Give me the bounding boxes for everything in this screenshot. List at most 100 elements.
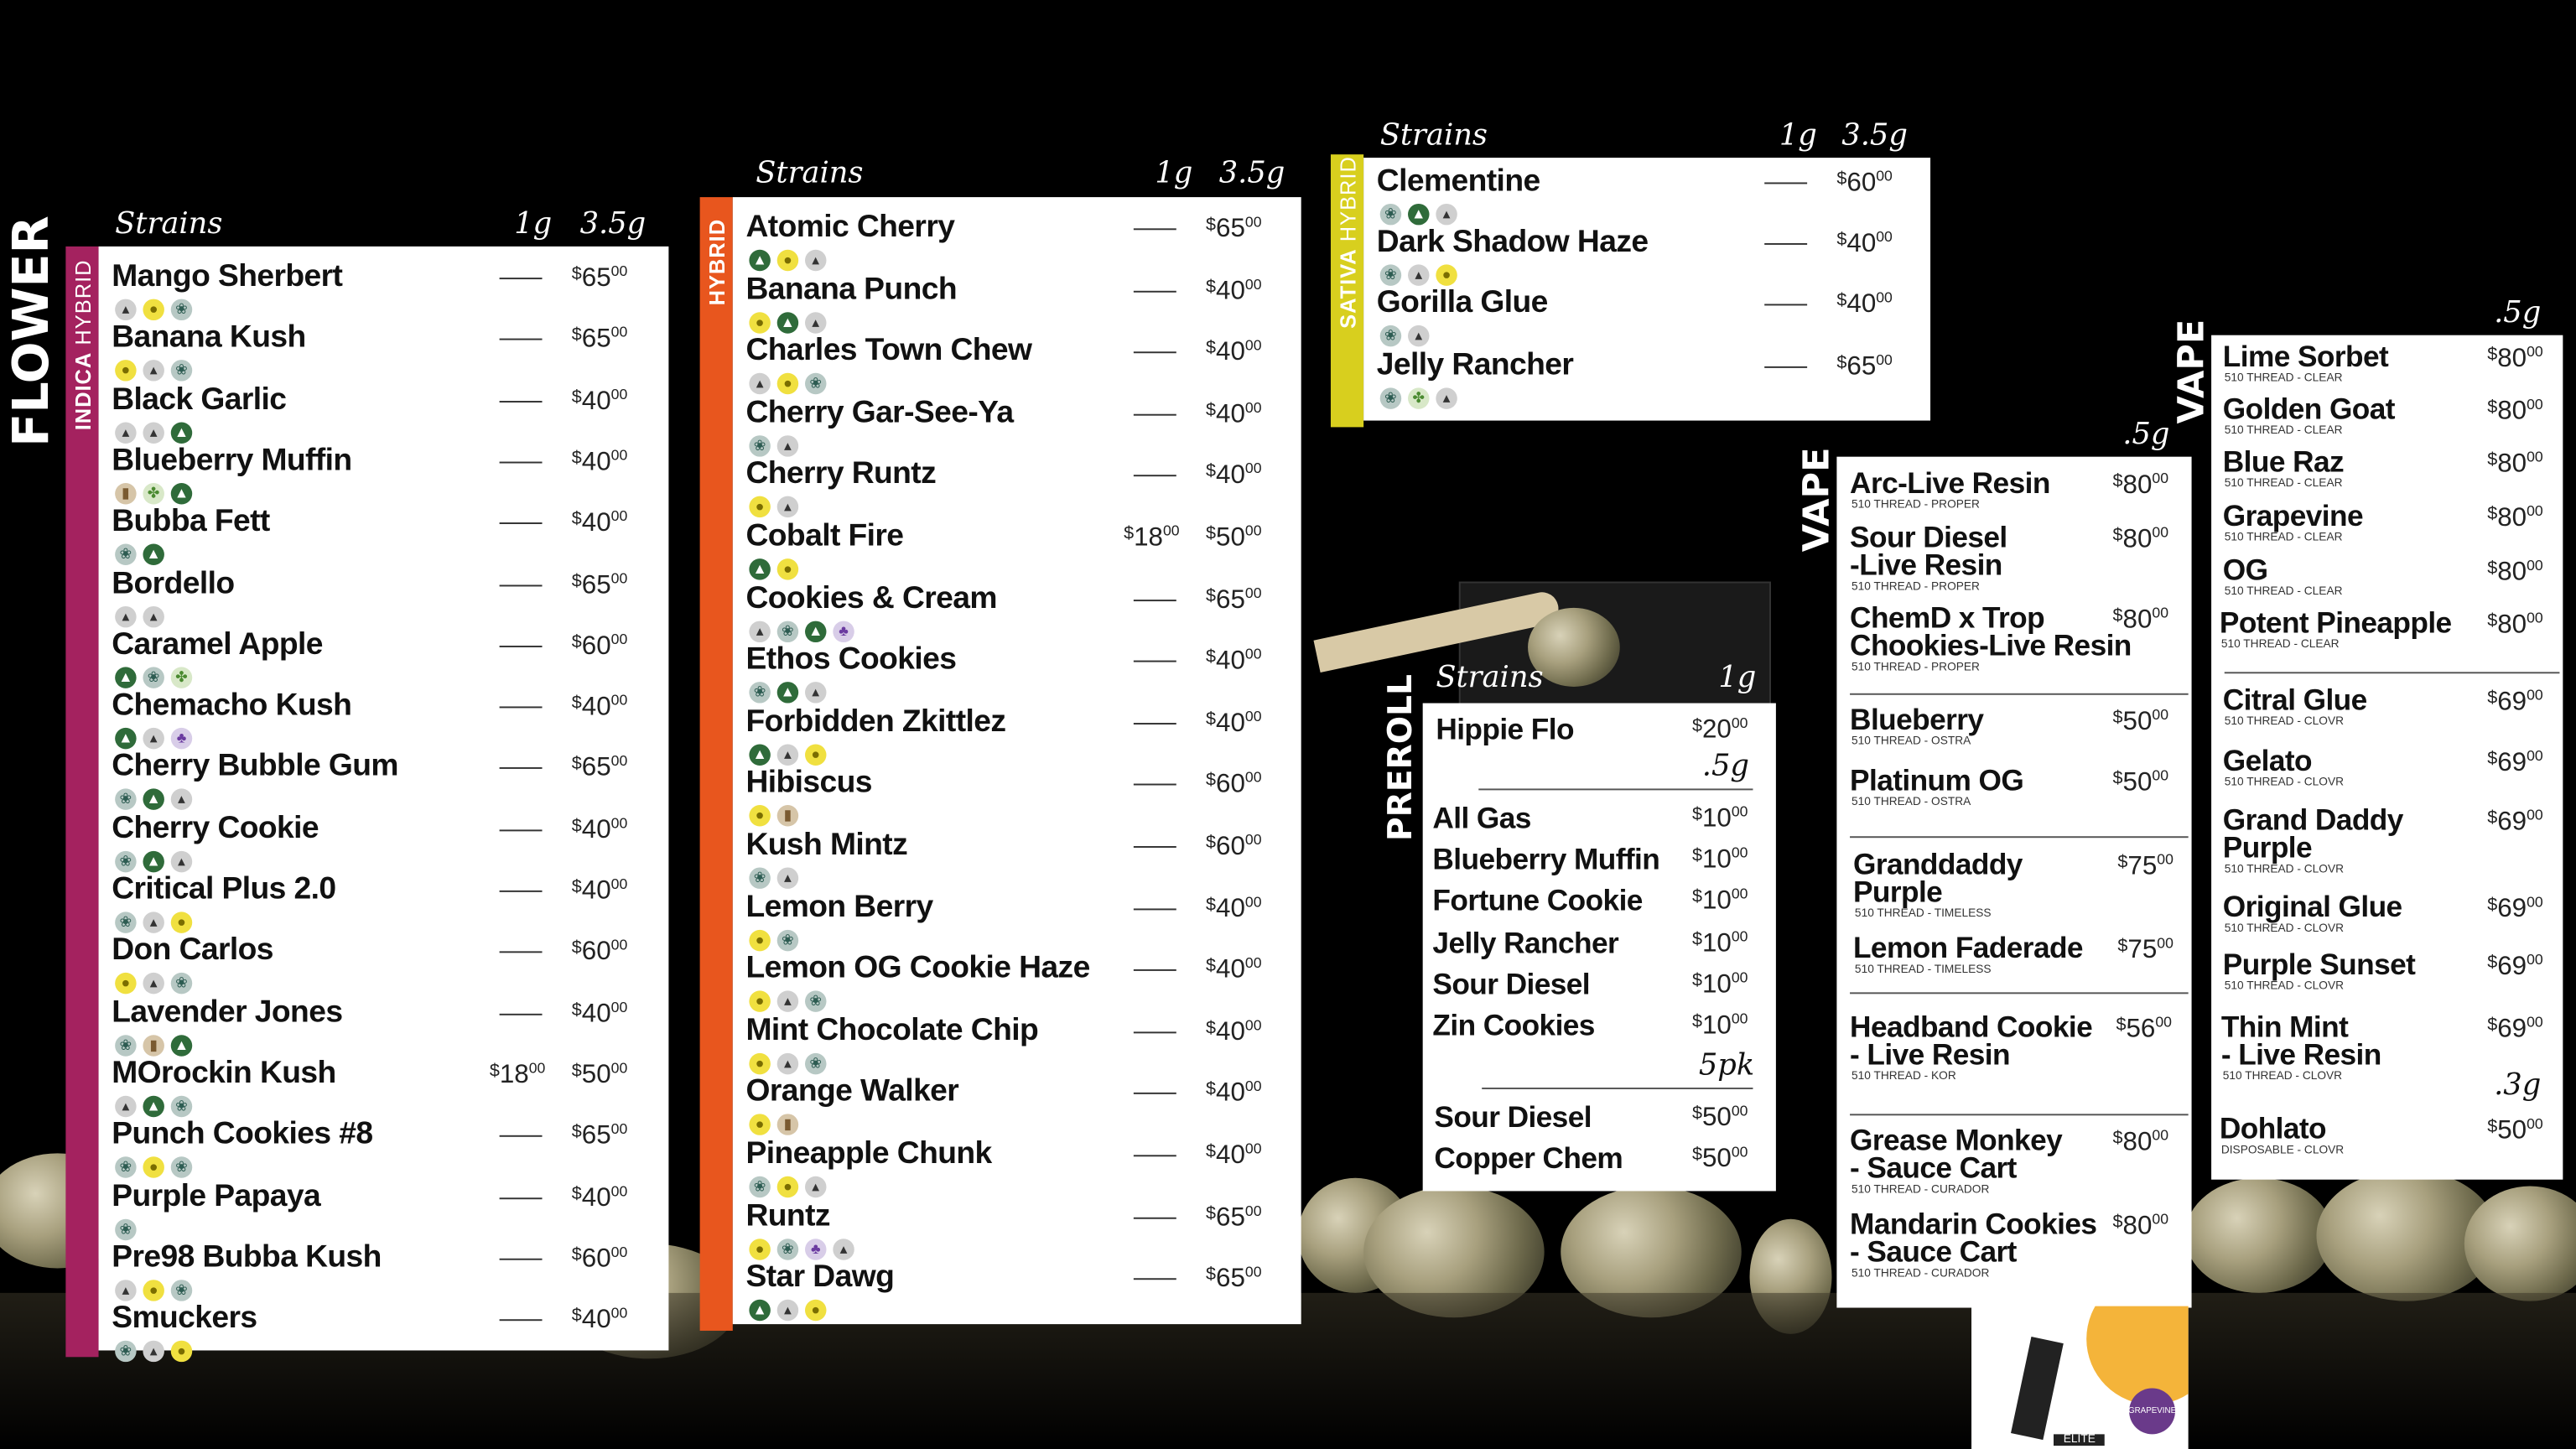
section-divider (1482, 1087, 1753, 1089)
vape-pack-graphic (2086, 1306, 2189, 1405)
no-price-dash (1133, 969, 1176, 972)
price-cents: 00 (1244, 398, 1262, 416)
no-price-dash (499, 1197, 543, 1199)
price-value: 40 (1216, 1079, 1245, 1109)
five-pack-header: 5pk (1698, 1047, 1755, 1083)
teal-effect-icon: ❀ (749, 1176, 771, 1198)
price-cents: 00 (1244, 1263, 1262, 1280)
price-cents: 00 (1162, 522, 1180, 539)
price: $4000 (572, 692, 627, 723)
no-price-dash (1133, 907, 1176, 910)
section-divider (1850, 693, 2189, 695)
price-cents: 00 (610, 1120, 628, 1138)
section-divider (1850, 836, 2189, 839)
gray-effect-icon: ▴ (776, 867, 799, 889)
effect-icons: ● ▮ (749, 1114, 799, 1136)
currency-sign: $ (2487, 1117, 2498, 1137)
teal-effect-icon: ❀ (115, 1156, 137, 1179)
effect-icons: ❀ ● ❀ (115, 1156, 193, 1179)
vape-detail: 510 THREAD - OSTRA (1852, 797, 1971, 808)
effect-icons: ❀ (115, 1218, 137, 1240)
gray-effect-icon: ▴ (776, 744, 799, 766)
strain-name: Smuckers (112, 1301, 257, 1337)
currency-sign: $ (2112, 708, 2123, 728)
strain-name: Critical Plus 2.0 (112, 872, 336, 907)
brown-effect-icon: ▮ (143, 1034, 164, 1056)
price: $8000 (2113, 470, 2168, 501)
strain-name: Cobalt Fire (745, 519, 904, 554)
yellow-effect-icon: ● (749, 1114, 771, 1136)
third-gram-header: .3g (2494, 1067, 2542, 1103)
effect-icons: ❀ ▲ ▴ (1379, 203, 1457, 226)
price-value: 69 (2497, 688, 2527, 717)
price-cents: 00 (610, 937, 628, 953)
price-cents: 00 (528, 1059, 546, 1077)
gray-effect-icon: ▴ (805, 311, 827, 333)
price: $6500 (1836, 351, 1892, 382)
price: $1000 (1692, 886, 1748, 917)
price-value: 50 (2122, 708, 2153, 736)
teal-effect-icon: ❀ (776, 620, 799, 642)
effect-icons: ❀ ▲ ▴ (115, 850, 193, 872)
currency-sign: $ (571, 1306, 582, 1327)
price: $1000 (1692, 969, 1748, 1000)
currency-sign: $ (1124, 523, 1135, 544)
effect-icons: ❀ ▲ ▴ (749, 682, 827, 704)
price: $1000 (1692, 927, 1748, 958)
teal-effect-icon: ❀ (749, 682, 771, 704)
price-value: 40 (1216, 462, 1245, 491)
no-price-dash (1764, 304, 1808, 307)
no-price-dash (499, 706, 543, 709)
currency-sign: $ (2487, 895, 2498, 916)
green-effect-icon: ▲ (170, 482, 193, 505)
price-value: 65 (1216, 215, 1245, 243)
vape-product-image: GRAPEVINE ELITE (1971, 1306, 2189, 1449)
price: $1800 (1124, 522, 1179, 553)
price-cents: 00 (1731, 1143, 1748, 1161)
price: $7500 (2117, 935, 2173, 966)
no-price-dash (1133, 475, 1176, 477)
teal-effect-icon: ❀ (749, 867, 771, 889)
currency-sign: $ (2487, 749, 2498, 769)
effect-icons: ▮ ✤ ▲ (115, 482, 193, 505)
price-value: 40 (1846, 291, 1877, 319)
green-effect-icon: ▲ (143, 543, 164, 566)
price-cents: 00 (1244, 954, 1262, 972)
strain-name: Jelly Rancher (1376, 347, 1574, 382)
price-cents: 00 (1244, 831, 1262, 848)
price-cents: 00 (610, 1243, 628, 1260)
currency-sign: $ (2487, 610, 2498, 631)
vape-detail: 510 THREAD - CURADOR (1852, 1184, 1990, 1197)
vape-name: Arc-Live Resin (1850, 466, 2050, 500)
price-cents: 00 (1244, 1202, 1262, 1218)
price-value: 65 (1846, 352, 1877, 381)
strain-name: Ethos Cookies (745, 642, 957, 678)
effect-icons: ● ▲ ▴ (749, 311, 827, 333)
yellow-effect-icon: ● (115, 973, 137, 995)
currency-sign: $ (1206, 338, 1217, 359)
strain-name: Lavender Jones (112, 995, 343, 1030)
section-divider (2224, 672, 2560, 674)
sativa-label: SATIVA (1335, 248, 1361, 329)
effect-icons: ❀ ✤ ▴ (1379, 387, 1457, 409)
effect-icons: ❀ ▴ (749, 434, 799, 457)
currency-sign: $ (2487, 345, 2498, 365)
vape-detail: 510 THREAD - CLEAR (2224, 372, 2343, 385)
yellow-effect-icon: ● (776, 373, 799, 395)
yellow-effect-icon: ● (749, 929, 771, 951)
price-cents: 00 (2527, 747, 2543, 765)
teal-effect-icon: ❀ (170, 299, 193, 321)
vape-title: VAPE (1797, 447, 1839, 553)
teal-effect-icon: ❀ (143, 667, 164, 688)
vape-detail: 510 THREAD - PROPER (1852, 662, 1980, 674)
effect-icons: ▲ ● ▴ (749, 249, 827, 272)
currency-sign: $ (1206, 523, 1217, 544)
vape-name: Grapevine (2222, 499, 2364, 532)
price-value: 60 (1846, 169, 1877, 198)
price: $6500 (572, 325, 627, 356)
price-cents: 00 (1876, 351, 1893, 368)
no-price-dash (499, 522, 543, 525)
price: $4000 (572, 814, 627, 845)
price-value: 40 (1216, 956, 1245, 984)
price-cents: 00 (1244, 213, 1262, 231)
